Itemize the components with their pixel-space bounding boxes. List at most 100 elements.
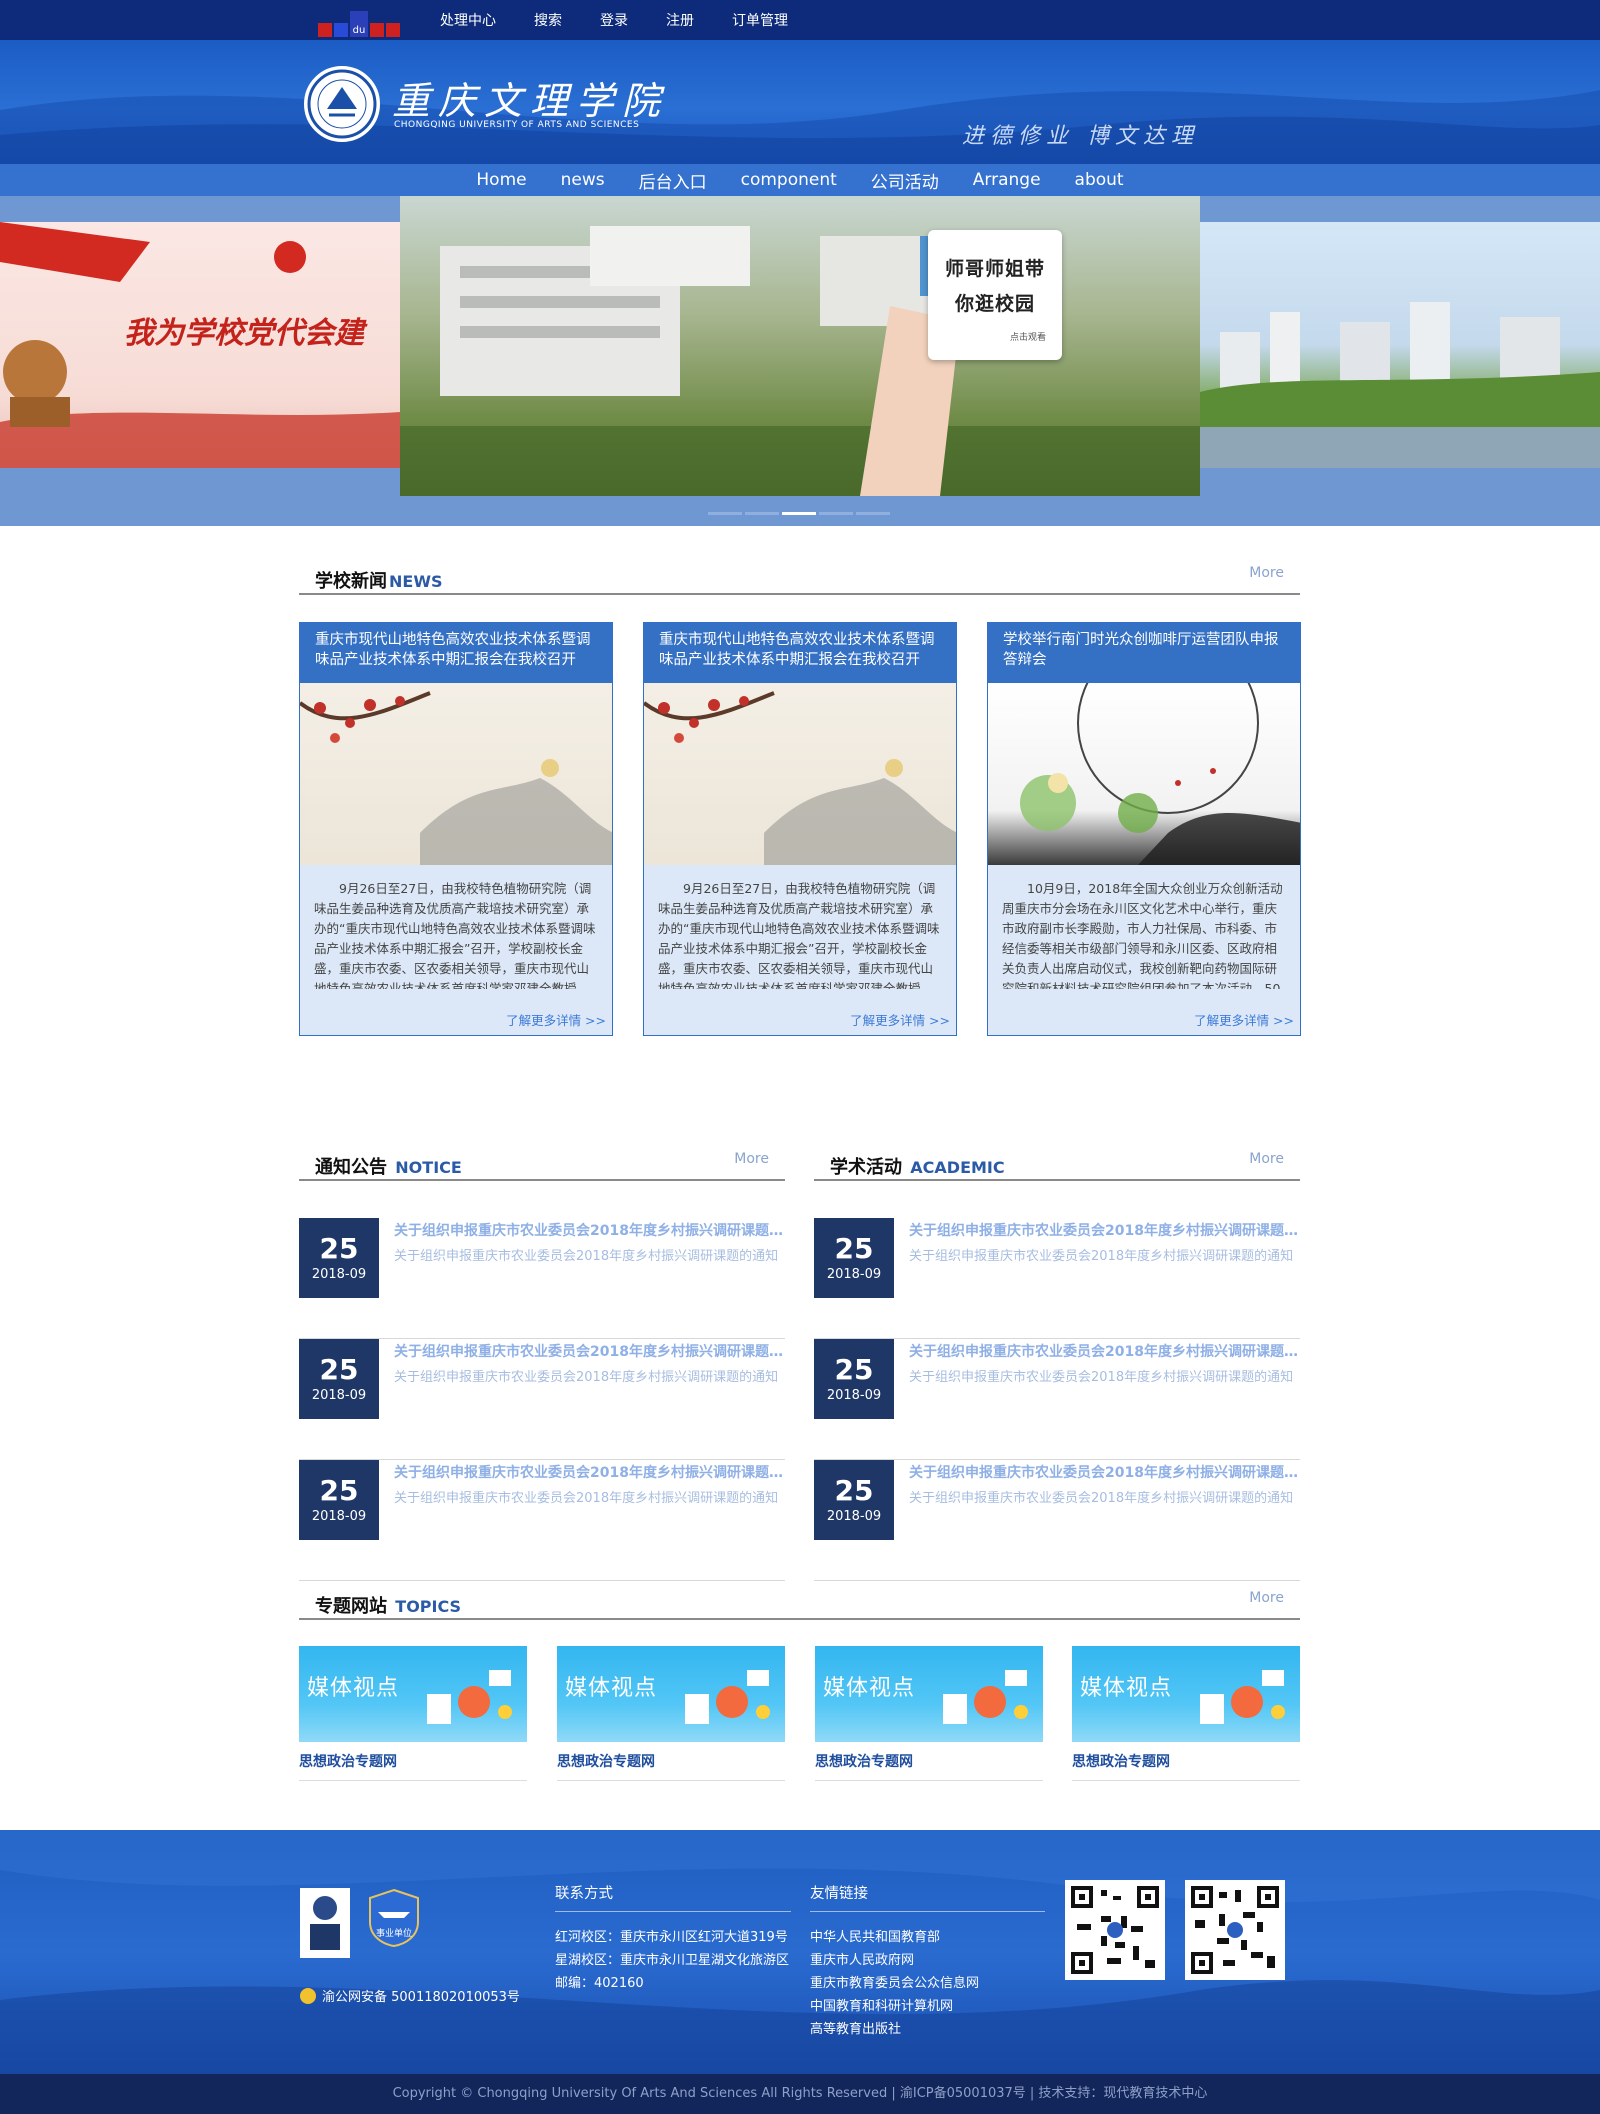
- school-name-en: CHONGQING UNIVERSITY OF ARTS AND SCIENCE…: [394, 120, 640, 130]
- campus-tour-card[interactable]: 师哥师姐带 你逛校园 点击观看: [928, 230, 1062, 360]
- friend-links: 中华人民共和国教育部 重庆市人民政府网 重庆市教育委员会公众信息网 中国教育和科…: [810, 1926, 979, 2041]
- topic-banner-image[interactable]: 媒体视点: [1072, 1646, 1300, 1742]
- nav-component[interactable]: component: [741, 170, 837, 190]
- carousel-dot[interactable]: [745, 512, 779, 515]
- topic-banner-image[interactable]: 媒体视点: [557, 1646, 785, 1742]
- news-card[interactable]: 重庆市现代山地特色高效农业技术体系暨调味品产业技术体系中期汇报会在我校召开 9月…: [299, 622, 613, 1036]
- date-badge: 25 2018-09: [299, 1339, 379, 1419]
- topic-image-label: 媒体视点: [307, 1676, 400, 1701]
- academic-item[interactable]: 25 2018-09 关于组织申报重庆市农业委员会2018年度乡村振兴调研课题的…: [814, 1460, 1300, 1581]
- news-card-more[interactable]: 了解更多详情 >>: [1194, 1010, 1294, 1029]
- carousel-dot-active[interactable]: [782, 512, 816, 515]
- news-card-body: 9月26日至27日，由我校特色植物研究院（调味品生姜品种选育及优质高产栽培技术研…: [658, 881, 940, 989]
- police-badge-image[interactable]: [300, 1888, 350, 1958]
- date-day: 25: [319, 1353, 359, 1386]
- site-footer: 事业单位 渝公网安备 50011802010053号 联系方式 红河校区：重庆市…: [0, 1830, 1600, 2074]
- notice-item-title[interactable]: 关于组织申报重庆市农业委员会2018年度乡村振兴调研课题的通知: [394, 1220, 784, 1240]
- news-card-more[interactable]: 了解更多详情 >>: [850, 1010, 950, 1029]
- school-emblem[interactable]: [304, 66, 380, 142]
- academic-item[interactable]: 25 2018-09 关于组织申报重庆市农业委员会2018年度乡村振兴调研课题的…: [814, 1339, 1300, 1460]
- friend-link[interactable]: 重庆市教育委员会公众信息网: [810, 1972, 979, 1995]
- nav-activity[interactable]: 公司活动: [871, 168, 939, 193]
- nav-news[interactable]: news: [561, 170, 605, 190]
- top-link-register[interactable]: 注册: [666, 10, 694, 30]
- notice-item[interactable]: 25 2018-09 关于组织申报重庆市农业委员会2018年度乡村振兴调研课题的…: [299, 1218, 785, 1339]
- date-month: 2018-09: [826, 1509, 882, 1524]
- topic-name[interactable]: 思想政治专题网: [557, 1751, 785, 1771]
- topic-image-label: 媒体视点: [1080, 1676, 1173, 1701]
- topics-section-title: 专题网站 TOPICS: [315, 1596, 462, 1617]
- academic-more-link[interactable]: More: [1249, 1151, 1284, 1167]
- academic-item-title[interactable]: 关于组织申报重庆市农业委员会2018年度乡村振兴调研课题的通知: [909, 1462, 1299, 1482]
- carousel-dot[interactable]: [856, 512, 890, 515]
- topic-card[interactable]: 媒体视点 思想政治专题网: [557, 1646, 785, 1781]
- academic-section-header: 学术活动 ACADEMIC More: [814, 1141, 1300, 1181]
- top-link-orders[interactable]: 订单管理: [732, 10, 788, 30]
- contact-line: 红河校区：重庆市永川区红河大道319号: [555, 1930, 788, 1945]
- contact-lines: 红河校区：重庆市永川区红河大道319号 星湖校区：重庆市永川卫星湖文化旅游区 邮…: [555, 1926, 789, 1995]
- academic-item-title[interactable]: 关于组织申报重庆市农业委员会2018年度乡村振兴调研课题的通知: [909, 1220, 1299, 1240]
- carousel-dot[interactable]: [708, 512, 742, 515]
- carousel-dots: [708, 512, 893, 515]
- top-link-search[interactable]: 搜索: [534, 10, 562, 30]
- topics-more-link[interactable]: More: [1249, 1590, 1284, 1606]
- banner-slide-current[interactable]: 师哥师姐带 你逛校园 点击观看: [400, 196, 1200, 496]
- news-card-image: [300, 683, 612, 865]
- svg-text:du: du: [353, 25, 366, 36]
- notice-item-title[interactable]: 关于组织申报重庆市农业委员会2018年度乡村振兴调研课题的通知: [394, 1341, 784, 1361]
- carousel-dot[interactable]: [819, 512, 853, 515]
- news-card-title[interactable]: 学校举行南门时光众创咖啡厅运营团队申报答辩会: [988, 623, 1300, 683]
- academic-item-title[interactable]: 关于组织申报重庆市农业委员会2018年度乡村振兴调研课题的通知: [909, 1341, 1299, 1361]
- school-name-cn: 重庆文理学院: [392, 79, 669, 123]
- nav-home[interactable]: Home: [476, 170, 526, 190]
- news-card[interactable]: 学校举行南门时光众创咖啡厅运营团队申报答辩会 10月9日，2018年全国大众创业…: [987, 622, 1301, 1036]
- topic-name[interactable]: 思想政治专题网: [815, 1751, 1043, 1771]
- nav-arrange[interactable]: Arrange: [973, 170, 1041, 190]
- date-badge: 25 2018-09: [814, 1218, 894, 1298]
- police-record[interactable]: 渝公网安备 50011802010053号: [300, 1986, 520, 2005]
- topic-card[interactable]: 媒体视点 思想政治专题网: [1072, 1646, 1300, 1781]
- notice-item-desc: 关于组织申报重庆市农业委员会2018年度乡村振兴调研课题的通知: [394, 1491, 779, 1506]
- site-header: 重庆文理学院 CHONGQING UNIVERSITY OF ARTS AND …: [0, 40, 1600, 164]
- card-small-text: 点击观看: [1009, 333, 1046, 343]
- news-card-more[interactable]: 了解更多详情 >>: [506, 1010, 606, 1029]
- top-link-login[interactable]: 登录: [600, 10, 628, 30]
- topic-image-label: 媒体视点: [823, 1676, 916, 1701]
- card-line-1: 师哥师姐带: [944, 258, 1045, 280]
- news-more-link[interactable]: More: [1249, 565, 1284, 581]
- topic-banner-image[interactable]: 媒体视点: [815, 1646, 1043, 1742]
- topic-name[interactable]: 思想政治专题网: [299, 1751, 527, 1771]
- banner-slide-next[interactable]: [1200, 222, 1600, 468]
- nav-about[interactable]: about: [1075, 170, 1124, 190]
- topic-card[interactable]: 媒体视点 思想政治专题网: [299, 1646, 527, 1781]
- friend-link[interactable]: 中华人民共和国教育部: [810, 1926, 979, 1949]
- news-card[interactable]: 重庆市现代山地特色高效农业技术体系暨调味品产业技术体系中期汇报会在我校召开 9月…: [643, 622, 957, 1036]
- friend-link[interactable]: 高等教育出版社: [810, 2018, 979, 2041]
- notice-item[interactable]: 25 2018-09 关于组织申报重庆市农业委员会2018年度乡村振兴调研课题的…: [299, 1339, 785, 1460]
- friend-link[interactable]: 重庆市人民政府网: [810, 1949, 979, 1972]
- date-month: 2018-09: [311, 1267, 367, 1282]
- qr-code-weibo[interactable]: [1185, 1880, 1285, 1980]
- nav-admin[interactable]: 后台入口: [639, 168, 707, 193]
- top-link-center[interactable]: 处理中心: [440, 10, 496, 30]
- notice-item[interactable]: 25 2018-09 关于组织申报重庆市农业委员会2018年度乡村振兴调研课题的…: [299, 1460, 785, 1581]
- main-nav: Home news 后台入口 component 公司活动 Arrange ab…: [0, 164, 1600, 196]
- news-card-title[interactable]: 重庆市现代山地特色高效农业技术体系暨调味品产业技术体系中期汇报会在我校召开: [644, 623, 956, 683]
- notice-more-link[interactable]: More: [734, 1151, 769, 1167]
- topics-section-header: 专题网站 TOPICS More: [299, 1580, 1300, 1620]
- news-card-image: [988, 683, 1300, 865]
- banner-slide-prev[interactable]: 我为学校党代会建: [0, 222, 400, 468]
- news-section-title: 学校新闻 NEWS: [315, 571, 443, 592]
- news-card-title[interactable]: 重庆市现代山地特色高效农业技术体系暨调味品产业技术体系中期汇报会在我校召开: [300, 623, 612, 683]
- qr-code-wechat[interactable]: [1065, 1880, 1165, 1980]
- academic-item[interactable]: 25 2018-09 关于组织申报重庆市农业委员会2018年度乡村振兴调研课题的…: [814, 1218, 1300, 1339]
- news-card-image: [644, 683, 956, 865]
- date-badge: 25 2018-09: [299, 1218, 379, 1298]
- baidu-mini-logo[interactable]: du: [318, 3, 400, 39]
- institution-badge[interactable]: 事业单位: [368, 1888, 420, 1948]
- topic-name[interactable]: 思想政治专题网: [1072, 1751, 1300, 1771]
- topic-card[interactable]: 媒体视点 思想政治专题网: [815, 1646, 1043, 1781]
- friend-link[interactable]: 中国教育和科研计算机网: [810, 1995, 979, 2018]
- topic-banner-image[interactable]: 媒体视点: [299, 1646, 527, 1742]
- notice-item-title[interactable]: 关于组织申报重庆市农业委员会2018年度乡村振兴调研课题的通知: [394, 1462, 784, 1482]
